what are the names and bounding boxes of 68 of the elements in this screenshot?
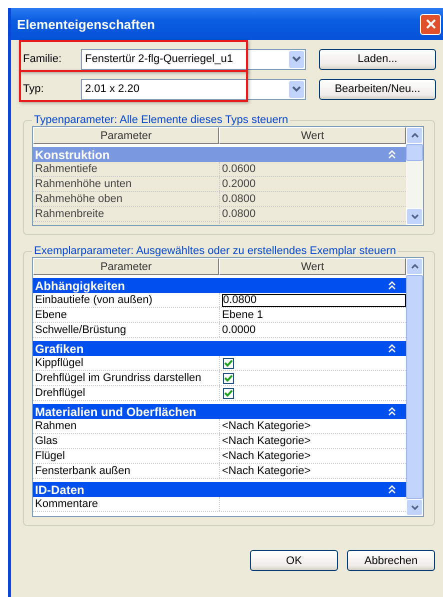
chevron-down-icon bbox=[292, 86, 301, 92]
value-cell-text: <Nach Kategorie> bbox=[221, 434, 312, 448]
parameter-cell: Rahmehöhe oben bbox=[33, 192, 220, 206]
category-row[interactable]: Abhängigkeiten bbox=[33, 278, 406, 293]
parameter-cell: Einbautiefe (von außen) bbox=[33, 293, 220, 307]
close-button[interactable] bbox=[420, 14, 441, 34]
checkbox[interactable] bbox=[223, 358, 234, 368]
parameter-cell: Drehflügel bbox=[33, 386, 220, 400]
close-icon bbox=[426, 19, 436, 29]
field-label: Familie: bbox=[22, 53, 63, 65]
dropdown-field[interactable]: Fenstertür 2-flg-Querriegel_u1 bbox=[81, 48, 306, 70]
parameter-cell: Rahmenbreite bbox=[33, 207, 220, 221]
column-header[interactable]: Wert bbox=[219, 258, 406, 275]
value-input[interactable]: 0.0800 bbox=[222, 294, 406, 306]
chevron-down-icon bbox=[410, 505, 418, 510]
checkbox[interactable] bbox=[223, 388, 234, 398]
dropdown-field[interactable]: 2.01 x 2.20 bbox=[81, 78, 306, 100]
chevron-down-icon bbox=[410, 214, 418, 219]
value-cell-text: <Nach Kategorie> bbox=[221, 419, 312, 433]
parameter-cell: Rahmentiefe bbox=[33, 162, 220, 176]
parameter-cell: Rahmenhöhe unten bbox=[33, 177, 220, 191]
dialog-button[interactable]: Laden... bbox=[319, 48, 436, 70]
chevron-up-icon bbox=[410, 264, 418, 269]
parameter-cell: Schwelle/Brüstung bbox=[33, 323, 220, 337]
chevron-up-icon bbox=[410, 133, 418, 138]
category-label: Grafiken bbox=[35, 342, 84, 356]
window-title: Elementeigenschaften bbox=[17, 16, 155, 32]
column-header[interactable]: Wert bbox=[219, 127, 406, 144]
parameter-cell: Glas bbox=[33, 434, 220, 448]
category-label: Materialien und Oberflächen bbox=[35, 404, 196, 418]
collapse-icon[interactable] bbox=[388, 407, 396, 416]
value-cell-text: <Nach Kategorie> bbox=[221, 464, 312, 478]
collapse-icon[interactable] bbox=[388, 485, 396, 494]
column-header[interactable]: Parameter bbox=[33, 127, 219, 144]
value-cell-text: 0.0000 bbox=[221, 323, 257, 337]
collapse-icon[interactable] bbox=[388, 281, 396, 290]
value-cell-text: <Nach Kategorie> bbox=[221, 449, 312, 463]
dialog-button[interactable]: Abbrechen bbox=[347, 550, 435, 571]
dialog-button[interactable]: Bearbeiten/Neu... bbox=[319, 78, 436, 100]
collapse-icon[interactable] bbox=[388, 344, 396, 353]
category-label: ID-Daten bbox=[35, 482, 84, 496]
checkbox[interactable] bbox=[223, 372, 234, 384]
scrollbar[interactable] bbox=[406, 127, 423, 225]
parameter-cell: Rahmen bbox=[33, 419, 220, 433]
group-legend: Typenparameter: Alle Elemente dieses Typs steuern bbox=[32, 114, 290, 126]
value-cell-text: 0.2000 bbox=[221, 177, 257, 191]
category-row[interactable]: ID-Daten bbox=[33, 482, 406, 497]
value-cell-text: 0.0800 bbox=[221, 192, 257, 206]
column-header[interactable]: Parameter bbox=[33, 258, 219, 275]
parameter-cell: Fensterbank außen bbox=[33, 464, 220, 478]
parameter-cell: Ebene bbox=[33, 308, 220, 322]
value-cell-text: 0.0800 bbox=[221, 207, 257, 221]
value-cell-text: 0.0600 bbox=[221, 162, 257, 176]
value-cell-text: Ebene 1 bbox=[221, 308, 264, 322]
parameter-cell: Kippflügel bbox=[33, 356, 220, 370]
group-legend: Exemplarparameter: Ausgewähltes oder zu erstellendes Exemplar steuern bbox=[32, 245, 398, 257]
field-label: Typ: bbox=[22, 83, 45, 95]
parameter-cell: Flügel bbox=[33, 449, 220, 463]
category-label: Abhängigkeiten bbox=[35, 278, 126, 292]
parameter-cell: Drehflügel im Grundriss darstellen bbox=[33, 371, 220, 385]
collapse-icon[interactable] bbox=[388, 150, 396, 159]
parameter-cell: Kommentare bbox=[33, 497, 220, 511]
dialog-button[interactable]: OK bbox=[250, 550, 338, 571]
category-row[interactable]: Grafiken bbox=[33, 341, 406, 356]
scroll-thumb[interactable] bbox=[406, 144, 423, 161]
chevron-down-icon bbox=[292, 56, 301, 62]
category-label: Konstruktion bbox=[35, 148, 110, 162]
category-row[interactable]: Materialien und Oberflächen bbox=[33, 404, 406, 419]
